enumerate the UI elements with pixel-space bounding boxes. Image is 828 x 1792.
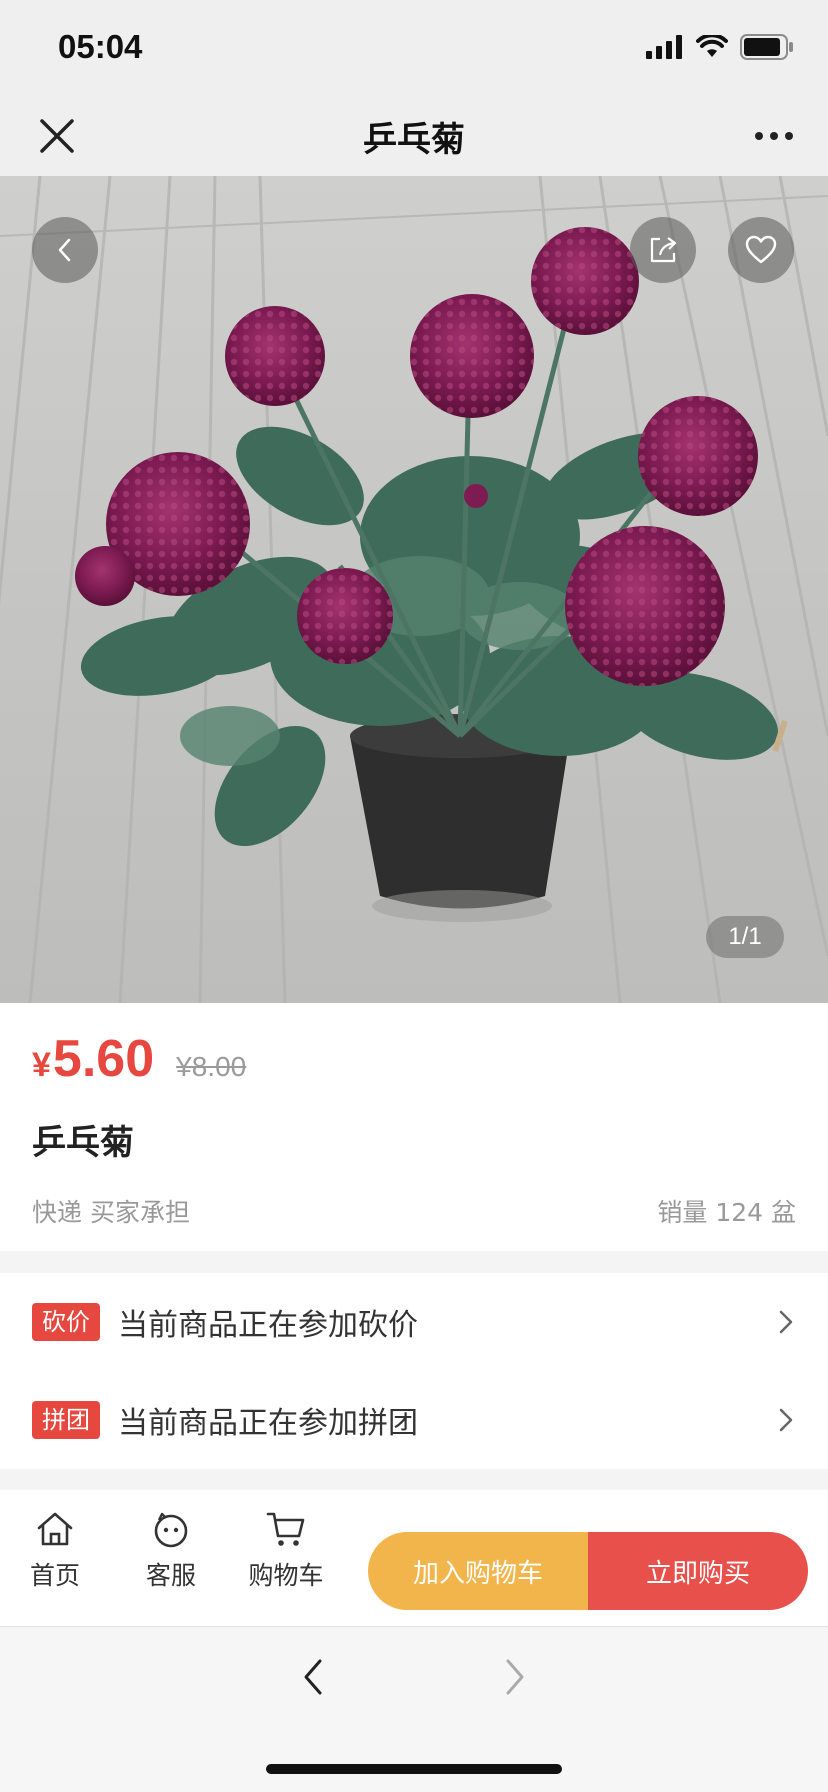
tab-customer-service[interactable]: 客服	[121, 1510, 221, 1592]
original-price: ¥8.00	[176, 1051, 247, 1082]
promo-tag: 砍价	[32, 1303, 100, 1341]
tab-cart[interactable]: 购物车	[236, 1510, 336, 1592]
promotions: 砍价 当前商品正在参加砍价 拼团 当前商品正在参加拼团	[0, 1273, 828, 1469]
image-pager: 1/1	[706, 916, 784, 958]
browser-back-icon[interactable]	[298, 1655, 328, 1699]
browser-forward-icon[interactable]	[500, 1655, 530, 1699]
product-image[interactable]: 1/1	[0, 176, 828, 1003]
price-row: ¥ 5.60 ¥8.00	[32, 1029, 246, 1089]
price-currency: ¥	[32, 1046, 51, 1084]
back-button[interactable]	[32, 217, 98, 283]
share-icon	[650, 237, 677, 263]
promo-bargain-row[interactable]: 砍价 当前商品正在参加砍价	[0, 1273, 828, 1371]
status-bar: 05:04	[0, 0, 828, 98]
promo-tag: 拼团	[32, 1401, 100, 1439]
favorite-button[interactable]	[728, 217, 794, 283]
home-icon	[37, 1512, 73, 1546]
add-to-cart-button[interactable]: 加入购物车	[368, 1532, 588, 1610]
chrysanthemum-photo	[0, 176, 828, 1003]
more-icon[interactable]	[754, 128, 794, 144]
status-icons	[646, 34, 794, 60]
promo-text: 当前商品正在参加拼团	[118, 1406, 418, 1441]
heart-icon	[745, 235, 777, 264]
chevron-right-icon	[779, 1310, 793, 1334]
promo-group-buy-row[interactable]: 拼团 当前商品正在参加拼团	[0, 1371, 828, 1469]
tab-label: 购物车	[248, 1561, 324, 1590]
chevron-right-icon	[779, 1408, 793, 1432]
bottom-action-bar: 首页 客服 购物车 加入购物车 立即购买	[0, 1490, 828, 1626]
buy-now-button[interactable]: 立即购买	[588, 1532, 808, 1610]
cellular-signal-icon	[646, 35, 682, 59]
chevron-left-icon	[58, 238, 71, 262]
nav-bar: 乒乓菊	[0, 98, 828, 176]
tab-label: 客服	[145, 1561, 196, 1590]
product-info: ¥ 5.60 ¥8.00 乒乓菊 快递 买家承担 销量 124 盆	[0, 1003, 828, 1251]
share-button[interactable]	[630, 217, 696, 283]
tab-home[interactable]: 首页	[5, 1510, 105, 1592]
shipping-info: 快递 买家承担	[32, 1198, 190, 1227]
promo-text: 当前商品正在参加砍价	[118, 1308, 418, 1343]
product-title: 乒乓菊	[32, 1123, 134, 1163]
battery-icon	[740, 34, 793, 60]
customer-service-icon	[154, 1512, 188, 1548]
status-time: 05:04	[58, 28, 143, 65]
wifi-icon	[696, 35, 728, 57]
home-indicator	[266, 1764, 562, 1774]
current-price: 5.60	[52, 1030, 155, 1088]
tab-label: 首页	[29, 1561, 80, 1590]
sales-count: 销量 124 盆	[657, 1198, 796, 1227]
cart-icon	[266, 1512, 305, 1546]
page-title: 乒乓菊	[363, 120, 465, 160]
